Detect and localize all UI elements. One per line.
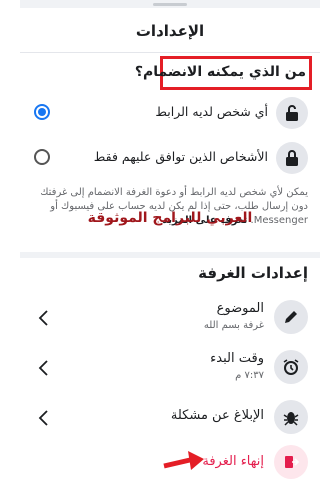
row-label: الموضوع [216,301,264,316]
chevron-left-icon [38,360,48,376]
room-topic-row[interactable]: الموضوع غرفة بسم الله [20,292,320,344]
chevron-left-icon [38,310,48,326]
room-settings-title: إعدادات الغرفة [198,264,308,282]
bug-icon [274,400,308,434]
alarm-clock-icon [274,350,308,384]
row-label: الإبلاغ عن مشكلة [170,408,264,423]
row-value: ٧:٣٧ م [235,370,264,381]
start-time-row[interactable]: وقت البدء ٧:٣٧ م [20,342,320,394]
row-value: غرفة بسم الله [203,320,264,331]
header-divider [20,52,320,53]
chevron-left-icon [38,410,48,426]
watermark-text: العربي للبرامج الموثوقة [87,210,253,226]
report-problem-row[interactable]: الإبلاغ عن مشكلة [20,392,320,444]
exit-icon [274,445,308,479]
sheet-grip-handle[interactable] [153,3,187,6]
lock-icon [276,142,308,174]
join-question-heading: من الذي يمكنه الانضمام؟ [134,64,306,80]
header: الإعدادات [20,10,320,52]
radio-selected[interactable] [34,104,50,120]
unlock-icon [276,97,308,129]
option-anyone-with-link[interactable]: أي شخص لديه الرابط [20,91,320,135]
row-label: وقت البدء [210,351,264,366]
red-arrow-annotation [163,451,204,470]
section-divider [20,252,320,258]
option-label: الأشخاص الذين توافق عليهم فقط [93,149,268,164]
option-label: أي شخص لديه الرابط [155,104,268,119]
end-room-label: إنهاء الغرفة [202,454,264,469]
sheet-top-bar [20,0,320,8]
page-title: الإعدادات [135,22,205,40]
radio-unselected[interactable] [34,149,50,165]
pencil-icon [274,300,308,334]
option-approved-only[interactable]: الأشخاص الذين توافق عليهم فقط [20,136,320,180]
